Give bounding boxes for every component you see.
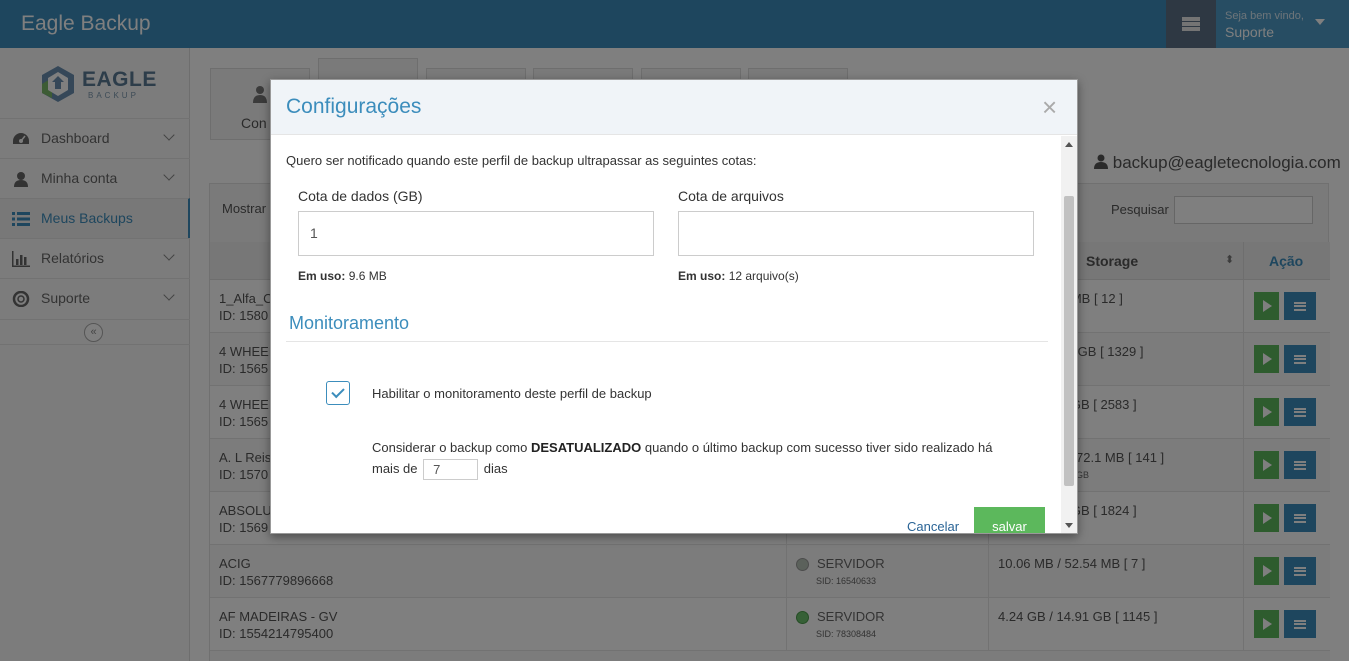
usage-value: 12 arquivo(s) (728, 269, 799, 283)
outdated-keyword: DESATUALIZADO (530, 440, 642, 455)
data-quota-usage: Em uso: 9.6 MB (298, 269, 387, 283)
outdated-rule-pre: Considerar o backup como (372, 440, 531, 455)
cancel-button[interactable]: Cancelar (907, 519, 959, 533)
scrollbar-thumb[interactable] (1064, 196, 1074, 486)
scroll-down-icon[interactable] (1065, 523, 1073, 528)
enable-monitoring-checkbox[interactable] (326, 381, 350, 405)
data-quota-input[interactable]: 1 (298, 211, 654, 256)
outdated-rule-text: Considerar o backup como DESATUALIZADO q… (372, 437, 1022, 481)
usage-value: 9.6 MB (348, 269, 387, 283)
data-quota-label: Cota de dados (GB) (298, 188, 423, 204)
modal-body: Quero ser notificado quando este perfil … (271, 136, 1061, 533)
section-divider (286, 341, 1048, 342)
modal-header: Configurações × (271, 80, 1077, 135)
file-quota-label: Cota de arquivos (678, 188, 784, 204)
checkmark-icon (331, 384, 345, 399)
settings-modal: Configurações × Quero ser notificado qua… (270, 79, 1078, 534)
save-button[interactable]: salvar (974, 507, 1045, 533)
days-unit: dias (483, 461, 508, 476)
usage-label: Em uso: (298, 269, 346, 283)
monitoring-section-title: Monitoramento (289, 313, 410, 333)
enable-monitoring-label: Habilitar o monitoramento deste perfil d… (372, 386, 652, 401)
days-input[interactable]: 7 (423, 459, 479, 481)
modal-title: Configurações (286, 95, 422, 118)
quota-intro-text: Quero ser notificado quando este perfil … (286, 153, 757, 168)
close-icon[interactable]: × (1042, 94, 1057, 120)
modal-scrollbar[interactable] (1061, 136, 1077, 533)
usage-label: Em uso: (678, 269, 726, 283)
file-quota-usage: Em uso: 12 arquivo(s) (678, 269, 799, 283)
file-quota-input[interactable] (678, 211, 1034, 256)
scroll-up-icon[interactable] (1065, 142, 1073, 147)
